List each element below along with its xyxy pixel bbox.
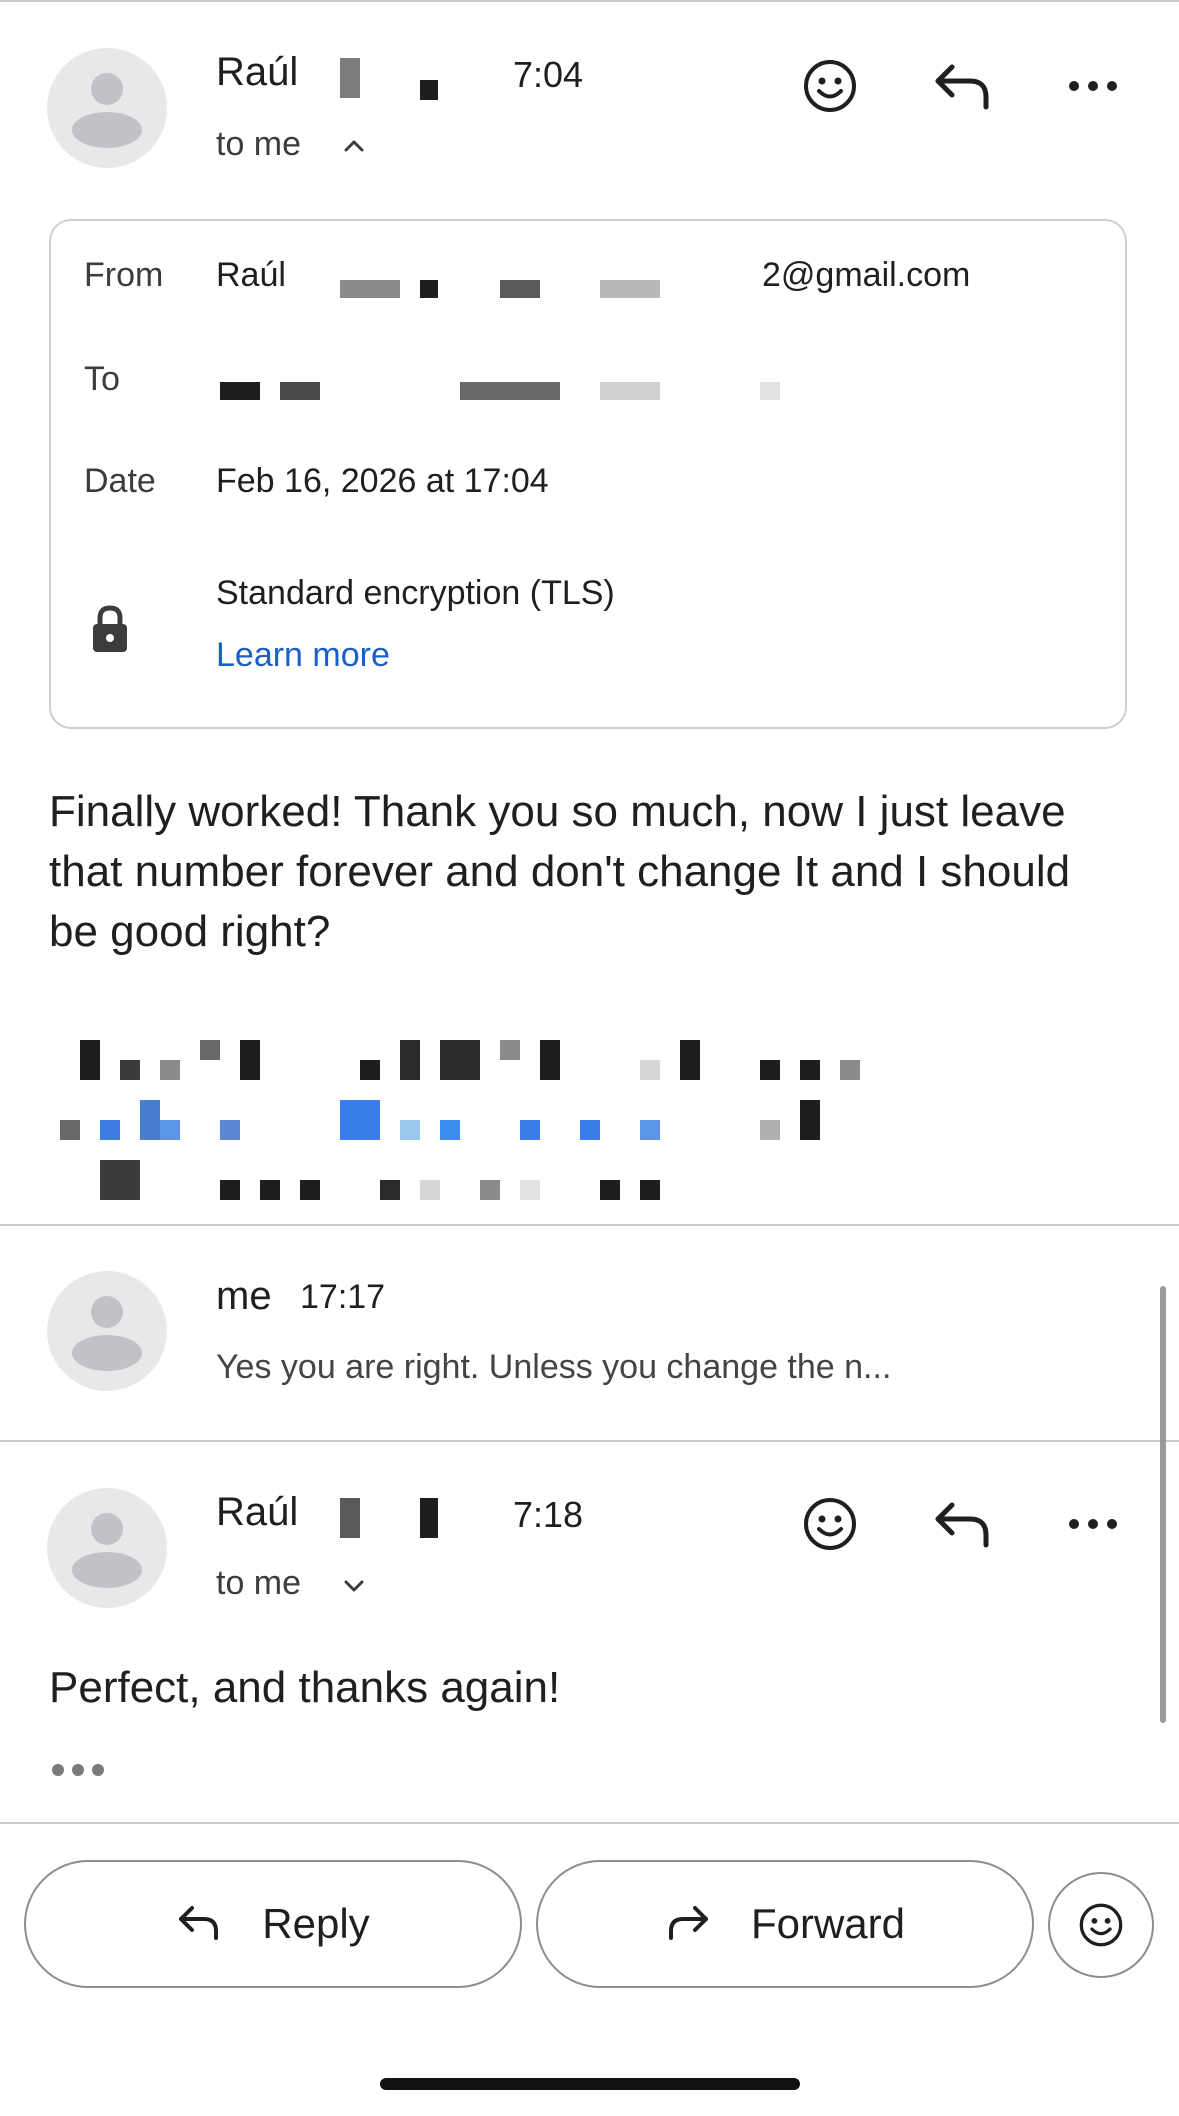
redacted-block xyxy=(340,1498,360,1538)
message-divider xyxy=(0,1224,1179,1226)
sender-name[interactable]: Raúl xyxy=(216,50,298,95)
redacted-block xyxy=(340,58,360,98)
reply-arrow-icon[interactable] xyxy=(922,46,1002,126)
from-name: Raúl xyxy=(216,256,286,294)
recipient-summary[interactable]: to me xyxy=(216,1564,301,1603)
lock-icon xyxy=(90,604,130,659)
encryption-label: Standard encryption (TLS) xyxy=(216,574,615,612)
react-button[interactable] xyxy=(1048,1872,1154,1978)
sender-name[interactable]: me xyxy=(216,1274,272,1319)
from-label: From xyxy=(84,256,164,294)
from-email: 2@gmail.com xyxy=(762,256,971,294)
message-body: Perfect, and thanks again! xyxy=(49,1663,561,1712)
redacted-block xyxy=(420,1498,438,1538)
redacted-block xyxy=(420,280,438,298)
redacted-block xyxy=(460,382,560,400)
date-label: Date xyxy=(84,462,156,500)
reply-button[interactable]: Reply xyxy=(24,1860,522,1988)
redacted-block xyxy=(420,80,438,100)
redacted-block xyxy=(600,280,660,298)
reply-label: Reply xyxy=(262,1900,370,1947)
message-snippet[interactable]: Yes you are right. Unless you change the… xyxy=(216,1348,891,1387)
smiley-icon[interactable] xyxy=(790,46,870,126)
forward-arrow-icon xyxy=(665,1902,711,1947)
reply-arrow-icon[interactable] xyxy=(922,1484,1002,1564)
recipient-summary[interactable]: to me xyxy=(216,125,301,164)
message-body: Finally worked! Thank you so much, now I… xyxy=(49,787,1071,956)
redacted-block xyxy=(280,382,320,400)
forward-button[interactable]: Forward xyxy=(536,1860,1034,1988)
chevron-up-icon[interactable] xyxy=(340,132,368,165)
chevron-down-icon[interactable] xyxy=(340,1572,368,1605)
home-indicator[interactable] xyxy=(380,2078,800,2090)
reply-arrow-icon xyxy=(176,1902,222,1947)
sender-avatar[interactable] xyxy=(47,1271,167,1391)
redacted-block xyxy=(220,382,260,400)
to-label: To xyxy=(84,360,120,398)
more-horizontal-icon[interactable] xyxy=(1053,1484,1133,1564)
smiley-icon[interactable] xyxy=(790,1484,870,1564)
message-divider xyxy=(0,1440,1179,1442)
message-details-panel xyxy=(49,219,1127,729)
message-time: 17:17 xyxy=(300,1278,386,1316)
redacted-block xyxy=(340,280,400,298)
redacted-block xyxy=(500,280,540,298)
sender-avatar[interactable] xyxy=(47,48,167,168)
smiley-icon xyxy=(1079,1903,1123,1947)
redacted-block xyxy=(600,382,660,400)
message-time: 7:04 xyxy=(513,54,584,95)
sender-name[interactable]: Raúl xyxy=(216,1490,298,1535)
forward-label: Forward xyxy=(750,1900,906,1947)
sender-avatar[interactable] xyxy=(47,1488,167,1608)
more-horizontal-icon[interactable] xyxy=(1053,46,1133,126)
date-value: Feb 16, 2026 at 17:04 xyxy=(216,462,549,500)
scrollbar[interactable] xyxy=(1160,1286,1166,1723)
learn-more-link[interactable]: Learn more xyxy=(216,636,390,675)
message-time: 7:18 xyxy=(513,1494,584,1535)
redacted-block xyxy=(760,382,780,400)
action-divider xyxy=(0,1822,1179,1824)
top-divider xyxy=(0,0,1179,2)
trimmed-content-icon[interactable] xyxy=(50,1760,106,1785)
